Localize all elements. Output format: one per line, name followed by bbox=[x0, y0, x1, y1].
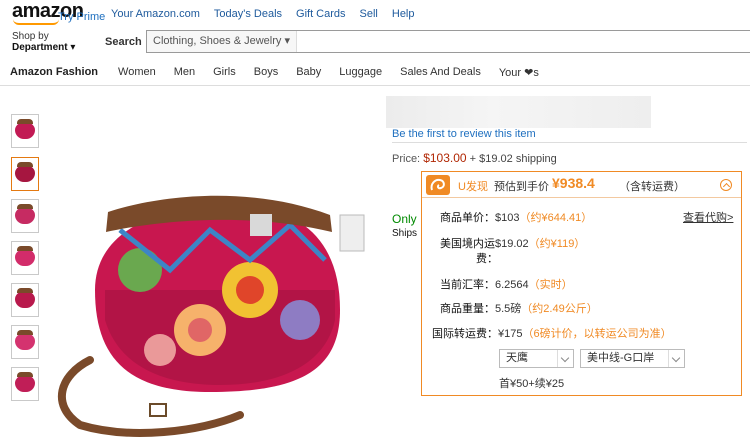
product-title-blurred bbox=[386, 96, 651, 128]
u-squirrel-logo-icon bbox=[426, 175, 450, 195]
thumbnail-1[interactable] bbox=[11, 114, 39, 148]
exchange-rate-label: 当前汇率： bbox=[440, 279, 495, 291]
total-note: （含转运费） bbox=[619, 181, 685, 193]
fashion-subnav: Amazon Fashion Women Men Girls Boys Baby… bbox=[0, 60, 750, 86]
price-estimate-popup: U发现 预估到手价 ¥938.4 （含转运费） 查看代购> 商品单价：$103（… bbox=[421, 171, 742, 396]
subnav-men[interactable]: Men bbox=[174, 66, 195, 79]
thumbnail-6[interactable] bbox=[11, 325, 39, 359]
intl-shipping-value: ¥175 bbox=[498, 328, 523, 340]
price-row: Price: $103.00 + $19.02 shipping bbox=[392, 151, 557, 165]
exchange-rate-row: 当前汇率：6.2564（实时） bbox=[440, 276, 573, 292]
search-bar: Clothing, Shoes & Jewelry ▾ bbox=[146, 30, 750, 53]
u-find-brand: U发现 bbox=[458, 181, 488, 193]
intl-shipping-note: （6磅计价，以转运公司为准） bbox=[522, 328, 672, 340]
nav-gift-cards[interactable]: Gift Cards bbox=[296, 8, 346, 20]
search-input[interactable] bbox=[287, 32, 742, 51]
amazon-smile-icon bbox=[13, 19, 59, 25]
domestic-shipping-cny: （约¥119） bbox=[528, 238, 586, 250]
subnav-baby[interactable]: Baby bbox=[296, 66, 321, 79]
ships-info: Ships bbox=[392, 228, 418, 239]
shop-by-label: Shop by bbox=[12, 31, 49, 42]
unit-price-cny: （约¥644.41） bbox=[519, 212, 593, 224]
intl-shipping-row: 国际转运费：¥175（6磅计价，以转运公司为准） bbox=[432, 325, 672, 341]
exchange-rate-note: （实时） bbox=[528, 279, 573, 291]
price-value: $103.00 bbox=[423, 151, 467, 165]
shipping-cost: + $19.02 shipping bbox=[469, 153, 557, 165]
stock-status: Only bbox=[392, 212, 417, 226]
chevron-down-icon bbox=[668, 350, 684, 367]
divider bbox=[392, 142, 747, 143]
popup-header: U发现 预估到手价 ¥938.4 （含转运费） bbox=[422, 172, 741, 198]
search-category-dropdown[interactable]: Clothing, Shoes & Jewelry ▾ bbox=[147, 31, 297, 52]
handbag-illustration bbox=[58, 195, 365, 437]
product-main-image[interactable] bbox=[50, 170, 370, 440]
nav-help[interactable]: Help bbox=[392, 8, 415, 20]
estimated-total: ¥938.4 bbox=[552, 175, 595, 191]
top-nav: Your Amazon.com Today's Deals Gift Cards… bbox=[111, 8, 429, 20]
domestic-shipping-label: 美国境内运 bbox=[440, 238, 495, 250]
subnav-amazon-fashion[interactable]: Amazon Fashion bbox=[10, 66, 98, 79]
subnav-sales-deals[interactable]: Sales And Deals bbox=[400, 66, 481, 79]
top-header: amazon Try Prime Your Amazon.com Today's… bbox=[0, 0, 750, 62]
department-label: Department ▾ bbox=[12, 42, 76, 53]
subnav-women[interactable]: Women bbox=[118, 66, 156, 79]
nav-sell[interactable]: Sell bbox=[360, 8, 378, 20]
thumbnail-2[interactable] bbox=[11, 157, 39, 191]
try-prime-link[interactable]: Try Prime bbox=[58, 11, 105, 23]
search-label: Search bbox=[105, 36, 142, 48]
weight-row: 商品重量：5.5磅（约2.49公斤） bbox=[440, 300, 598, 316]
subnav-luggage[interactable]: Luggage bbox=[339, 66, 382, 79]
exchange-rate-value: 6.2564 bbox=[495, 279, 529, 291]
domestic-shipping-label-wrap: 费： bbox=[476, 253, 498, 265]
thumbnail-3[interactable] bbox=[11, 199, 39, 233]
domestic-shipping-value: $19.02 bbox=[495, 238, 529, 250]
shipping-formula: 首¥50+续¥25 bbox=[499, 378, 565, 390]
weight-kg: （约2.49公斤） bbox=[521, 303, 598, 315]
estimated-price-label: 预估到手价 bbox=[494, 181, 549, 193]
domestic-shipping-row: 美国境内运$19.02（约¥119） bbox=[440, 235, 585, 251]
thumbnail-4[interactable] bbox=[11, 241, 39, 275]
nav-todays-deals[interactable]: Today's Deals bbox=[214, 8, 282, 20]
weight-value: 5.5磅 bbox=[495, 303, 522, 315]
subnav-boys[interactable]: Boys bbox=[254, 66, 278, 79]
view-purchasing-agent-link[interactable]: 查看代购> bbox=[683, 209, 733, 225]
unit-price-label: 商品单价： bbox=[440, 212, 495, 224]
weight-label: 商品重量： bbox=[440, 303, 495, 315]
chevron-down-icon bbox=[557, 350, 573, 367]
subnav-your-hearts[interactable]: Your ❤s bbox=[499, 66, 539, 79]
intl-shipping-label: 国际转运费： bbox=[432, 328, 498, 340]
unit-price-value: $103 bbox=[495, 212, 520, 224]
first-review-link[interactable]: Be the first to review this item bbox=[392, 128, 536, 140]
subnav-girls[interactable]: Girls bbox=[213, 66, 236, 79]
shop-by-department[interactable]: Shop by Department ▾ bbox=[12, 31, 75, 53]
thumbnail-5[interactable] bbox=[11, 283, 39, 317]
collapse-chevron-icon[interactable] bbox=[720, 179, 732, 191]
route-select[interactable]: 美中线-G口岸 bbox=[580, 349, 685, 368]
thumbnail-7[interactable] bbox=[11, 367, 39, 401]
nav-your-amazon[interactable]: Your Amazon.com bbox=[111, 8, 200, 20]
warehouse-select[interactable]: 天鹰 bbox=[499, 349, 574, 368]
unit-price-row: 商品单价：$103（约¥644.41） bbox=[440, 209, 592, 225]
price-label: Price: bbox=[392, 153, 421, 165]
